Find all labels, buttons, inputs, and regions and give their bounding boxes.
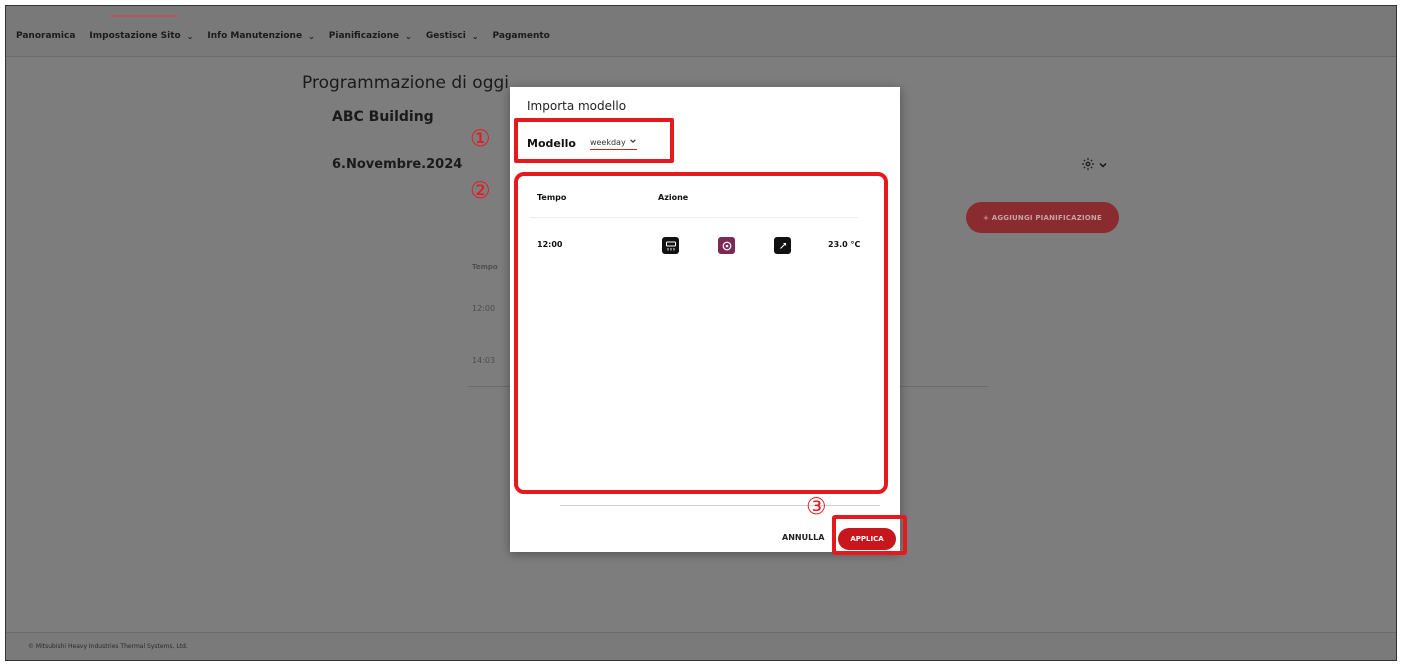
annotation-box-apply [832,515,907,555]
chevron-down-icon: ⌄ [471,31,479,41]
divider [560,505,880,506]
bg-table-row-time: 14:03 [472,356,496,365]
chevron-down-icon [1098,159,1108,174]
annotation-number-1: ① [470,126,491,152]
dialog-title: Importa modello [527,99,627,113]
nav-item-label: Impostazione Sito [89,31,181,41]
annotation-box-model [514,118,674,163]
nav-item-pagamento[interactable]: Pagamento [493,31,550,41]
nav-item-label: Info Manutenzione [207,31,303,41]
annotation-number-3: ③ [806,494,827,520]
footer: © Mitsubishi Heavy Industries Thermal Sy… [6,632,1396,660]
nav-items: Panoramica Impostazione Sito ⌄ Info Manu… [16,31,564,41]
bg-table-row-time: 12:00 [472,304,496,313]
cancel-button[interactable]: ANNULLA [782,533,824,542]
bg-table-header-time: Tempo [472,263,498,271]
chevron-down-icon: ⌄ [186,31,194,41]
nav-item-label: Gestisci [425,31,466,41]
add-schedule-label: + AGGIUNGI PIANIFICAZIONE [983,213,1102,222]
nav-item-label: Pagamento [492,31,550,41]
nav-item-label: Panoramica [16,31,76,41]
nav-item-pianificazione[interactable]: Pianificazione ⌄ [329,31,412,41]
nav-item-impostazione-sito[interactable]: Impostazione Sito ⌄ [89,31,193,41]
nav-item-label: Pianificazione [328,31,400,41]
nav-item-panoramica[interactable]: Panoramica [16,31,75,41]
chevron-down-icon: ⌄ [308,31,315,41]
nav-item-gestisci[interactable]: Gestisci ⌄ [426,31,479,41]
copyright-text: © Mitsubishi Heavy Industries Thermal Sy… [28,643,188,650]
date-label: 6.Novembre.2024 [332,157,463,172]
annotation-number-2: ② [470,178,491,204]
nav-item-info-manutenzione[interactable]: Info Manutenzione ⌄ [207,31,314,41]
annotation-box-table [514,172,888,494]
page-title: Programmazione di oggi [302,73,510,93]
gear-icon [1081,157,1095,175]
site-name: ABC Building [332,109,434,125]
top-nav: Panoramica Impostazione Sito ⌄ Info Manu… [6,6,1396,57]
add-schedule-button[interactable]: + AGGIUNGI PIANIFICAZIONE [966,202,1119,233]
chevron-down-icon: ⌄ [405,31,412,41]
nav-active-indicator [110,15,178,17]
settings-menu[interactable] [1081,157,1108,175]
